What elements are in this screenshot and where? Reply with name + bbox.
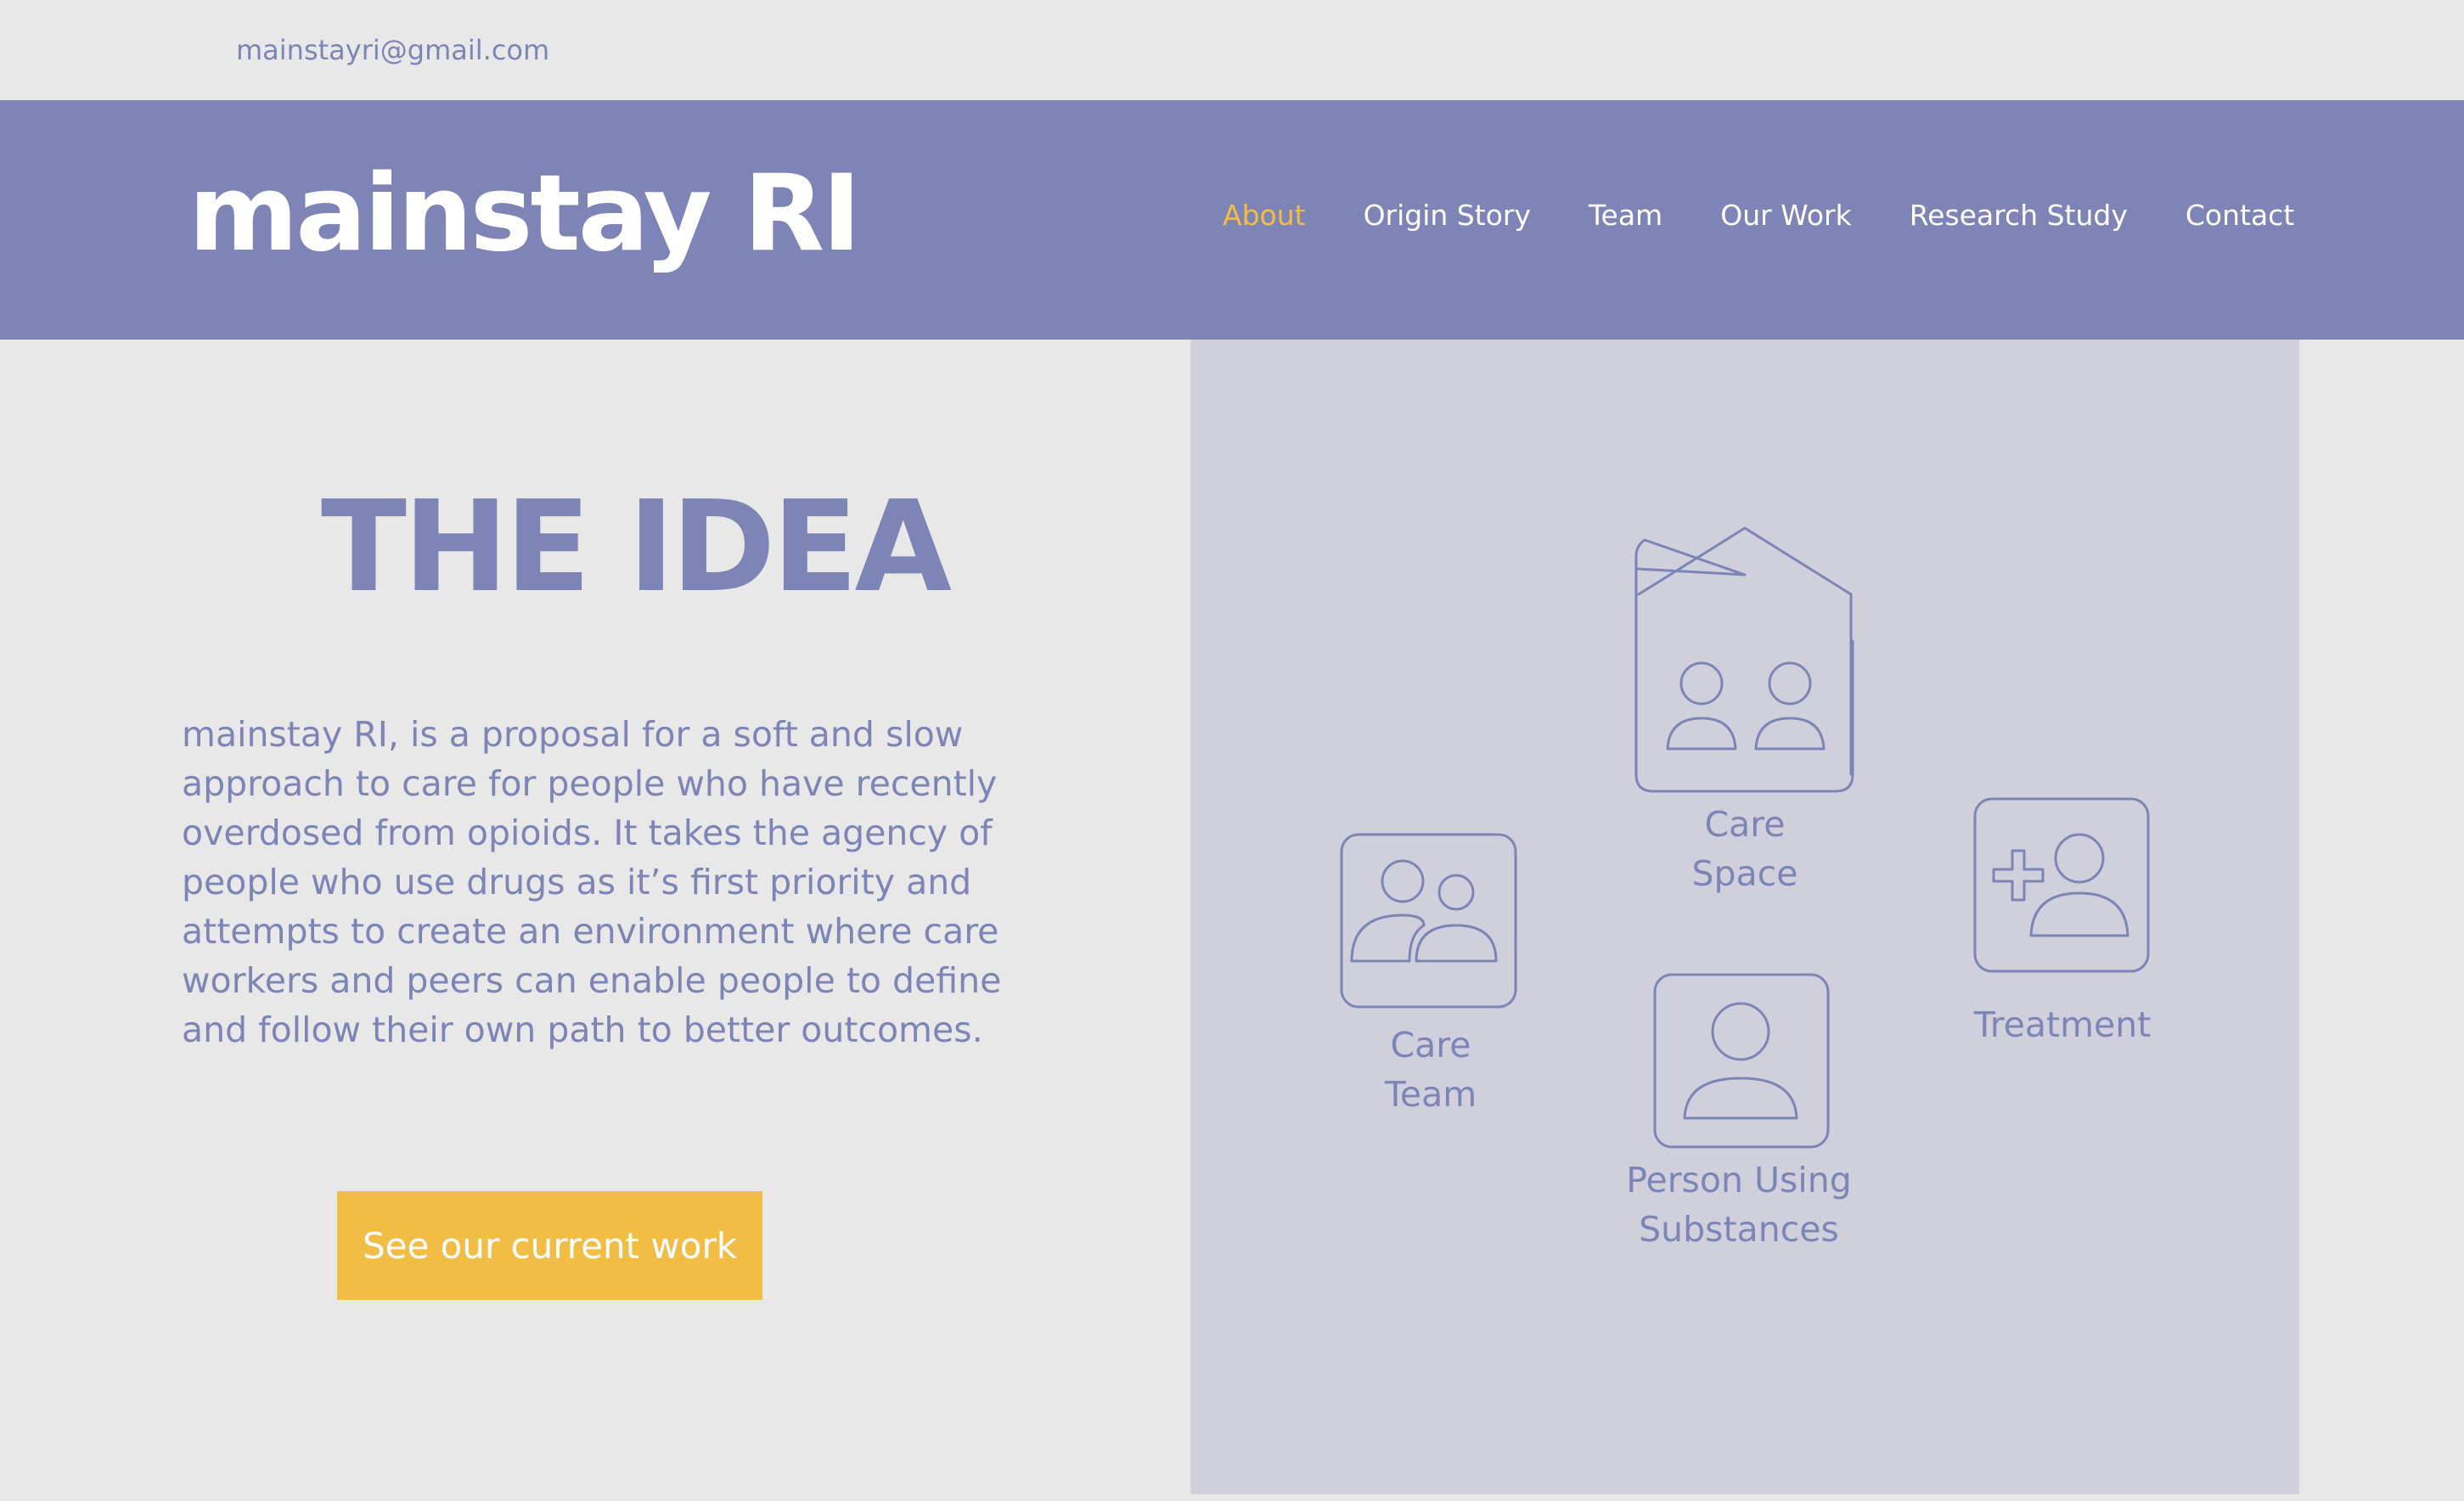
diagram-icons	[1340, 526, 2150, 1149]
house-people-icon	[1634, 526, 1854, 793]
treatment-label-line1: Treatment	[1973, 1004, 2152, 1045]
nav-research-study[interactable]: Research Study	[1910, 199, 2128, 232]
idea-title: THE IDEA	[321, 474, 952, 620]
main-nav: About Origin Story Team Our Work Researc…	[1223, 199, 2294, 232]
current-work-button[interactable]: See our current work	[337, 1191, 762, 1300]
top-bar: mainstayri@gmail.com	[0, 0, 2464, 100]
nav-contact[interactable]: Contact	[2186, 199, 2294, 232]
care-team-label: Care Team	[1342, 1020, 1520, 1119]
care-space-label: Care Space	[1653, 800, 1837, 898]
medical-person-icon	[1973, 797, 2150, 973]
site-logo[interactable]: mainstay RI	[188, 161, 861, 267]
care-team-label-line1: Care	[1390, 1025, 1471, 1065]
person-icon	[1653, 973, 1830, 1149]
idea-description: mainstay RI, is a proposal for a soft an…	[182, 714, 1002, 1050]
treatment-label: Treatment	[1956, 1000, 2169, 1049]
email-link[interactable]: mainstayri@gmail.com	[236, 34, 549, 66]
care-team-label-line2: Team	[1384, 1074, 1477, 1115]
care-space-label-line2: Space	[1691, 853, 1798, 894]
person-label: Person Using Substances	[1605, 1155, 1873, 1254]
care-space-label-line1: Care	[1704, 804, 1786, 845]
nav-our-work[interactable]: Our Work	[1720, 199, 1852, 232]
person-label-line2: Substances	[1639, 1209, 1839, 1250]
care-model-diagram: Care Space Care Team Person Using Substa…	[1190, 340, 2299, 1494]
nav-origin-story[interactable]: Origin Story	[1364, 199, 1531, 232]
idea-section: THE IDEA mainstay RI, is a proposal for …	[0, 340, 1190, 1501]
nav-about[interactable]: About	[1223, 199, 1306, 232]
two-people-icon	[1340, 833, 1517, 1009]
site-header: mainstay RI About Origin Story Team Our …	[0, 100, 2464, 340]
person-label-line1: Person Using	[1626, 1160, 1852, 1200]
nav-team[interactable]: Team	[1589, 199, 1662, 232]
